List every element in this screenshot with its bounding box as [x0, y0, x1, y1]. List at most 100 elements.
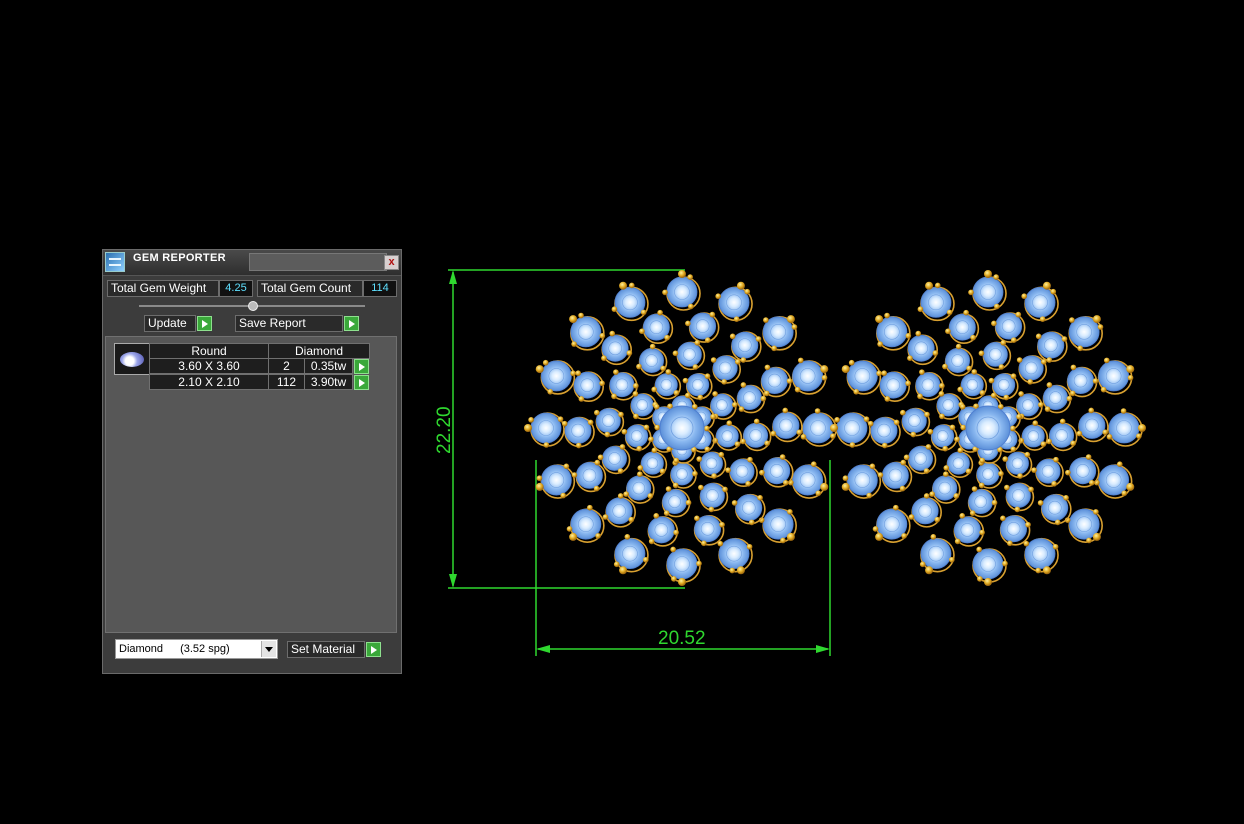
gem-stone: [1016, 393, 1040, 417]
gold-prong: [587, 504, 593, 511]
row-1-weight: 0.35tw: [304, 358, 353, 374]
gold-prong: [1054, 519, 1061, 526]
gem-stone: [936, 393, 960, 417]
set-material-button[interactable]: Set Material: [287, 641, 365, 658]
gold-prong: [942, 445, 949, 452]
gold-prong: [1003, 394, 1010, 401]
gold-prong-tip: [820, 365, 829, 374]
gold-prong: [1089, 479, 1095, 486]
update-button[interactable]: Update: [144, 315, 196, 332]
height-dimension-label: 22.20: [434, 406, 455, 454]
gold-prong: [710, 357, 717, 363]
gold-prong: [704, 337, 711, 343]
gem-stone: [1043, 385, 1068, 410]
center-gem-stone: [659, 405, 705, 451]
material-dropdown[interactable]: Diamond (3.52 spg): [115, 639, 278, 659]
gold-prong: [745, 481, 751, 487]
gold-prong: [571, 472, 578, 478]
gold-prong: [624, 534, 631, 540]
gold-prong: [1027, 379, 1033, 385]
gold-prong: [943, 471, 949, 477]
gold-prong: [725, 467, 731, 473]
total-gem-weight-value: 4.25: [219, 280, 253, 297]
gold-prong: [927, 428, 934, 435]
gold-prong: [1085, 454, 1092, 460]
gold-prong-tip: [925, 281, 934, 290]
earring-model-left[interactable]: [524, 270, 840, 586]
gold-prong: [821, 374, 828, 381]
gold-prong: [709, 311, 716, 318]
gold-prong: [563, 463, 570, 470]
gold-prong: [609, 330, 616, 337]
gold-prong: [1120, 408, 1127, 414]
gold-prong: [925, 444, 932, 450]
gold-prong: [786, 378, 793, 384]
gold-prong: [718, 451, 725, 458]
gold-prong: [633, 383, 639, 389]
gem-stone: [761, 367, 788, 395]
gold-prong: [753, 418, 760, 425]
gold-prong: [653, 513, 660, 519]
gold-prong: [1070, 364, 1077, 371]
gem-stone: [602, 446, 627, 471]
gold-prong: [923, 468, 930, 474]
gold-prong: [1076, 430, 1083, 437]
model-viewport[interactable]: 22.20 20.52: [420, 250, 1160, 670]
gold-prong: [1065, 469, 1071, 476]
update-play-icon[interactable]: [197, 316, 212, 331]
gold-prong: [528, 417, 534, 423]
gold-prong: [729, 333, 736, 340]
gold-prong: [1017, 473, 1023, 479]
gold-prong: [959, 403, 966, 410]
set-material-play-icon[interactable]: [366, 642, 381, 657]
row-1-select-icon[interactable]: [354, 359, 369, 374]
gold-prong: [740, 382, 747, 388]
gold-prong: [946, 309, 953, 316]
gold-prong-tip: [535, 482, 544, 491]
gem-stone: [911, 497, 939, 525]
gold-prong-tip: [736, 281, 745, 290]
row-2-select-icon[interactable]: [354, 375, 369, 390]
gold-prong: [613, 369, 619, 375]
gold-prong: [648, 436, 654, 443]
gem-stone: [1108, 412, 1140, 444]
earring-model-right[interactable]: [830, 270, 1146, 586]
gold-prong: [881, 442, 888, 449]
gold-prong: [729, 567, 736, 574]
gold-prong: [575, 370, 581, 377]
total-gem-count-label: Total Gem Count: [257, 280, 363, 297]
gold-prong: [734, 441, 741, 447]
gold-prong: [628, 282, 635, 289]
gold-prong: [1004, 484, 1010, 491]
gem-stone: [605, 497, 633, 525]
close-button[interactable]: x: [384, 255, 399, 270]
save-report-play-icon[interactable]: [344, 316, 359, 331]
gold-prong: [653, 403, 660, 410]
gold-prong: [849, 442, 856, 448]
gem-stone: [945, 348, 970, 373]
panel-titlebar[interactable]: GEM REPORTER x: [103, 250, 401, 276]
gold-prong-tip: [984, 270, 992, 278]
chevron-down-icon[interactable]: [261, 641, 276, 657]
gem-stone: [932, 475, 958, 501]
width-dimension-label: 20.52: [658, 628, 706, 649]
gold-prong: [783, 479, 789, 486]
gold-prong: [764, 364, 771, 371]
gold-prong: [1040, 441, 1047, 447]
gold-prong: [800, 434, 807, 440]
gem-stone: [915, 372, 941, 398]
gem-stone: [792, 360, 824, 392]
gold-prong-tip: [619, 281, 628, 290]
gold-prong: [1092, 378, 1099, 384]
gold-prong: [542, 359, 549, 366]
title-tab-area: [249, 253, 387, 271]
gold-prong: [601, 355, 607, 361]
gold-prong: [869, 463, 876, 470]
gold-prong: [899, 485, 906, 492]
gold-prong: [787, 509, 793, 515]
panel-splitter-handle[interactable]: [248, 301, 258, 311]
gold-prong: [561, 420, 568, 427]
gem-stone: [737, 385, 762, 410]
gold-prong: [1041, 359, 1047, 365]
save-report-button[interactable]: Save Report: [235, 315, 343, 332]
